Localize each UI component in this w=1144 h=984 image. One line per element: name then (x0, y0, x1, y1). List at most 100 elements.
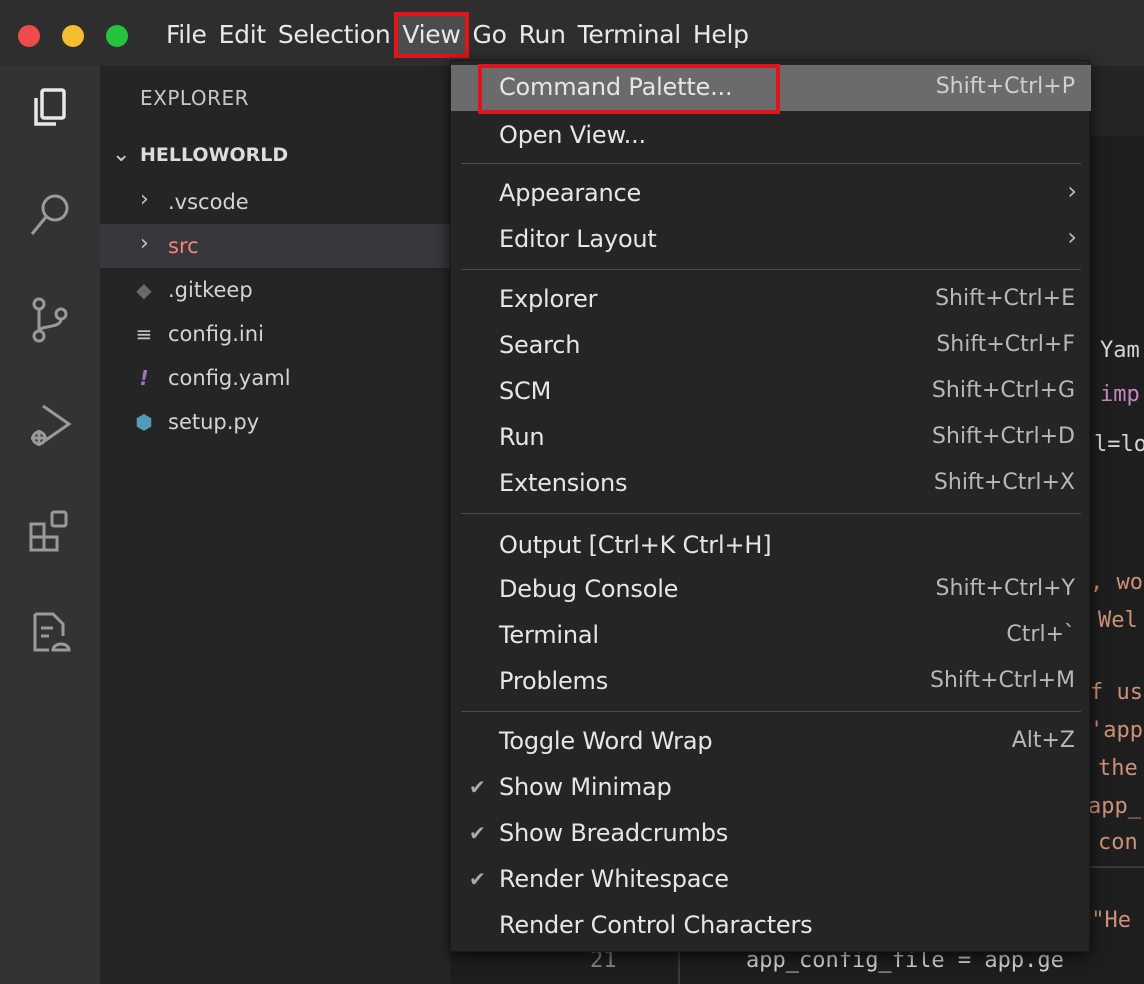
menu-item-shortcut: Shift+Ctrl+Y (935, 576, 1075, 601)
menu-item-shortcut: Shift+Ctrl+D (932, 424, 1075, 449)
menu-go[interactable]: Go (467, 14, 513, 56)
tree-item-config-yaml[interactable]: ! config.yaml (100, 356, 450, 400)
tree-item-label: config.yaml (168, 366, 291, 390)
menu-item-label: Command Palette... (499, 73, 733, 101)
menu-item-label: Show Minimap (499, 773, 672, 801)
code-fragment: l=lo (1094, 432, 1144, 457)
menu-item-label: Output [Ctrl+K Ctrl+H] (499, 531, 772, 559)
view-menu-dropdown: Command Palette... Shift+Ctrl+P Open Vie… (450, 60, 1091, 952)
menu-item-label: Render Whitespace (499, 865, 729, 893)
menu-bar: File Edit Selection View Go Run Terminal… (160, 12, 755, 58)
folder-header[interactable]: ⌄ HELLOWORLD (100, 136, 450, 176)
menu-item-shortcut: Shift+Ctrl+G (931, 378, 1075, 403)
check-icon: ✔ (469, 867, 486, 891)
menu-item-show-breadcrumbs[interactable]: ✔ Show Breadcrumbs (451, 811, 1091, 857)
menu-item-label: Appearance (499, 179, 642, 207)
menu-terminal[interactable]: Terminal (572, 14, 687, 56)
menu-item-search[interactable]: Search Shift+Ctrl+F (451, 323, 1091, 369)
code-fragment: f us (1090, 680, 1143, 705)
menu-item-shortcut: Alt+Z (1011, 728, 1075, 753)
menu-item-output[interactable]: Output [Ctrl+K Ctrl+H] (451, 523, 1091, 569)
tree-item-gitkeep[interactable]: ◆ .gitkeep (100, 268, 450, 312)
files-icon[interactable] (25, 84, 75, 134)
menu-item-shortcut: Shift+Ctrl+F (936, 332, 1075, 357)
menu-item-debug-console[interactable]: Debug Console Shift+Ctrl+Y (451, 567, 1091, 613)
menu-item-label: Extensions (499, 469, 628, 497)
menu-item-terminal[interactable]: Terminal Ctrl+` (451, 613, 1091, 659)
check-icon: ✔ (469, 775, 486, 799)
menu-item-label: Editor Layout (499, 225, 657, 253)
menu-item-label: Render Control Characters (499, 911, 813, 939)
menu-view[interactable]: View (394, 12, 469, 58)
menu-item-label: Run (499, 423, 545, 451)
divider (1086, 866, 1144, 868)
code-fragment: con (1098, 830, 1138, 855)
minimize-window-button[interactable] (62, 25, 84, 47)
menu-separator (461, 711, 1081, 712)
extensions-icon[interactable] (25, 506, 75, 556)
menu-edit[interactable]: Edit (213, 14, 272, 56)
chevron-right-icon: › (1067, 177, 1077, 205)
code-fragment: imp (1100, 382, 1140, 407)
menu-item-shortcut: Shift+Ctrl+X (933, 470, 1075, 495)
menu-separator (461, 269, 1081, 270)
maximize-window-button[interactable] (106, 25, 128, 47)
menu-item-editor-layout[interactable]: Editor Layout › (451, 217, 1091, 263)
menu-separator (461, 163, 1081, 164)
chevron-down-icon: ⌄ (112, 142, 131, 167)
code-fragment: 'app (1090, 718, 1143, 743)
menu-item-label: SCM (499, 377, 552, 405)
folder-name: HELLOWORLD (140, 144, 289, 166)
menu-item-shortcut: Shift+Ctrl+E (935, 286, 1075, 311)
search-icon[interactable] (25, 190, 75, 240)
menu-item-label: Terminal (499, 621, 599, 649)
chevron-right-icon: › (1067, 223, 1077, 251)
yaml-file-icon: ! (139, 366, 149, 390)
git-file-icon: ◆ (136, 278, 152, 302)
source-control-icon[interactable] (25, 294, 75, 344)
explorer-title: EXPLORER (140, 86, 249, 110)
menu-item-label: Toggle Word Wrap (499, 727, 713, 755)
menu-selection[interactable]: Selection (272, 14, 397, 56)
menu-item-render-whitespace[interactable]: ✔ Render Whitespace (451, 857, 1091, 903)
menu-run[interactable]: Run (513, 14, 572, 56)
code-fragment: Wel (1098, 608, 1138, 633)
menu-item-label: Explorer (499, 285, 598, 313)
chevron-right-icon: › (140, 187, 149, 212)
menu-item-command-palette[interactable]: Command Palette... Shift+Ctrl+P (451, 65, 1091, 111)
tree-item-label: setup.py (168, 410, 260, 434)
tree-item-label: src (168, 234, 199, 258)
check-icon: ✔ (469, 821, 486, 845)
menu-item-scm[interactable]: SCM Shift+Ctrl+G (451, 369, 1091, 415)
menu-item-shortcut: Shift+Ctrl+M (930, 668, 1075, 693)
menu-item-label: Show Breadcrumbs (499, 819, 729, 847)
menu-item-problems[interactable]: Problems Shift+Ctrl+M (451, 659, 1091, 705)
tree-item-label: config.ini (168, 322, 264, 346)
code-fragment: Yam (1100, 338, 1140, 363)
code-fragment: the (1098, 756, 1138, 781)
menu-item-label: Search (499, 331, 581, 359)
python-file-icon: ⬢ (135, 410, 153, 434)
code-fragment: app_ (1088, 794, 1141, 819)
menu-item-explorer[interactable]: Explorer Shift+Ctrl+E (451, 277, 1091, 323)
remote-explorer-icon[interactable] (25, 608, 75, 658)
menu-item-render-control-characters[interactable]: Render Control Characters (451, 903, 1091, 949)
menu-file[interactable]: File (160, 14, 213, 56)
menu-item-extensions[interactable]: Extensions Shift+Ctrl+X (451, 461, 1091, 507)
tree-item-src[interactable]: › src (100, 224, 450, 268)
menu-item-label: Debug Console (499, 575, 679, 603)
tree-item-setup-py[interactable]: ⬢ setup.py (100, 400, 450, 444)
tree-item-config-ini[interactable]: ≡ config.ini (100, 312, 450, 356)
menu-item-open-view[interactable]: Open View... (451, 113, 1091, 159)
run-debug-icon[interactable] (25, 400, 75, 450)
menu-item-appearance[interactable]: Appearance › (451, 171, 1091, 217)
tree-item-vscode[interactable]: › .vscode (100, 180, 450, 224)
menu-item-toggle-word-wrap[interactable]: Toggle Word Wrap Alt+Z (451, 719, 1091, 765)
close-window-button[interactable] (18, 25, 40, 47)
menu-item-label: Open View... (499, 121, 646, 149)
chevron-right-icon: › (140, 231, 149, 256)
menu-help[interactable]: Help (687, 14, 755, 56)
menu-item-show-minimap[interactable]: ✔ Show Minimap (451, 765, 1091, 811)
menu-item-run[interactable]: Run Shift+Ctrl+D (451, 415, 1091, 461)
menu-item-shortcut: Ctrl+` (1006, 622, 1075, 647)
